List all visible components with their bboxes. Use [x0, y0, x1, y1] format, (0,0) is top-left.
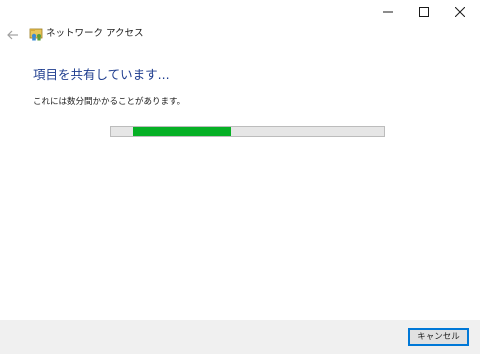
minimize-button[interactable]	[370, 0, 406, 24]
maximize-button[interactable]	[406, 0, 442, 24]
maximize-icon	[419, 7, 429, 17]
progress-bar	[110, 126, 385, 137]
page-heading: 項目を共有しています...	[33, 67, 170, 82]
close-icon	[455, 7, 465, 17]
window-title: ネットワーク アクセス	[46, 28, 144, 39]
back-button[interactable]	[4, 26, 22, 44]
status-message: これには数分間かかることがあります。	[33, 97, 186, 107]
network-share-icon	[29, 28, 43, 41]
network-access-dialog: ネットワーク アクセス 項目を共有しています... これには数分間かかることがあ…	[0, 0, 480, 354]
close-button[interactable]	[442, 0, 478, 24]
cancel-button[interactable]: キャンセル	[408, 328, 469, 346]
progress-fill	[132, 127, 232, 136]
back-arrow-icon	[7, 30, 18, 40]
minimize-icon	[383, 11, 393, 13]
